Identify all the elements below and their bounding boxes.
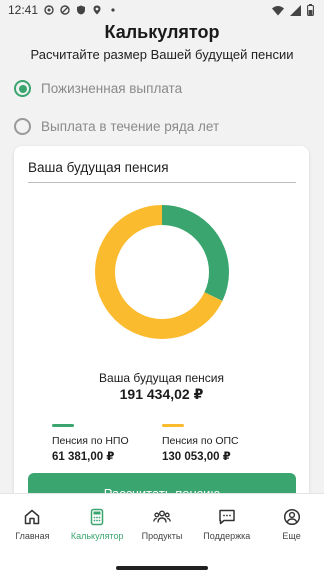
status-left: 12:41: [8, 3, 118, 17]
card-title: Ваша будущая пенсия: [28, 160, 296, 183]
radio-button-selected[interactable]: [14, 80, 31, 97]
legend-value-npo: 61 381,00 ₽: [52, 451, 115, 463]
page-header: Калькулятор Расчитайте размер Вашей буду…: [0, 22, 324, 62]
gesture-bar: [0, 553, 324, 576]
pension-card: Ваша будущая пенсия Ваша будущая пенсия …: [14, 146, 309, 513]
option-term-payment[interactable]: Выплата в течение ряда лет: [14, 118, 304, 135]
status-right: [272, 4, 314, 16]
nav-item-calculator[interactable]: Калькулятор: [65, 508, 129, 541]
home-icon: [25, 509, 40, 525]
dot-icon: [111, 8, 115, 12]
nav-item-support[interactable]: Поддержка: [195, 508, 259, 541]
nav-item-more[interactable]: Еще: [260, 508, 324, 541]
option-label: Выплата в течение ряда лет: [41, 119, 220, 134]
nav-label: Еще: [282, 531, 301, 541]
people-icon: [153, 510, 171, 523]
nav-label: Калькулятор: [70, 531, 124, 541]
legend-label-ops: Пенсия по ОПС: [162, 435, 239, 447]
total-label: Ваша будущая пенсия: [99, 371, 224, 385]
legend-label-npo: Пенсия по НПО: [52, 435, 129, 447]
home-gesture-handle[interactable]: [116, 566, 208, 570]
nav-item-home[interactable]: Главная: [0, 508, 64, 541]
total-value: 191 434,02 ₽: [119, 386, 204, 402]
notification-icon: [44, 5, 54, 15]
chat-icon: [219, 509, 235, 525]
legend-swatch-npo: [52, 424, 74, 427]
profile-icon: [283, 508, 300, 526]
status-bar: 12:41: [0, 0, 324, 20]
nav-label: Поддержка: [203, 531, 251, 541]
status-time: 12:41: [8, 3, 39, 17]
location-icon: [93, 5, 101, 15]
radio-button[interactable]: [14, 118, 31, 135]
legend-swatch-ops: [162, 424, 184, 427]
pension-donut-chart: [95, 205, 229, 339]
wifi-icon: [272, 5, 284, 15]
nav-item-products[interactable]: Продукты: [130, 508, 194, 541]
page-subtitle: Расчитайте размер Вашей будущей пенсии: [30, 47, 294, 62]
nav-label: Продукты: [141, 531, 183, 541]
bottom-nav: Главная Калькулятор Продукты Поддержка Е…: [0, 493, 324, 553]
legend-npo: Пенсия по НПО 61 381,00 ₽: [52, 424, 129, 463]
shield-icon: [77, 5, 86, 15]
option-lifetime-payment[interactable]: Пожизненная выплата: [14, 80, 304, 97]
blocked-icon: [60, 5, 70, 15]
battery-icon: [307, 4, 314, 16]
legend-ops: Пенсия по ОПС 130 053,00 ₽: [162, 424, 239, 463]
legend-value-ops: 130 053,00 ₽: [162, 451, 231, 463]
calculator-icon: [90, 508, 104, 526]
page-title: Калькулятор: [104, 22, 220, 42]
signal-icon: [290, 4, 301, 16]
option-label: Пожизненная выплата: [41, 81, 183, 96]
nav-label: Главная: [15, 531, 50, 541]
